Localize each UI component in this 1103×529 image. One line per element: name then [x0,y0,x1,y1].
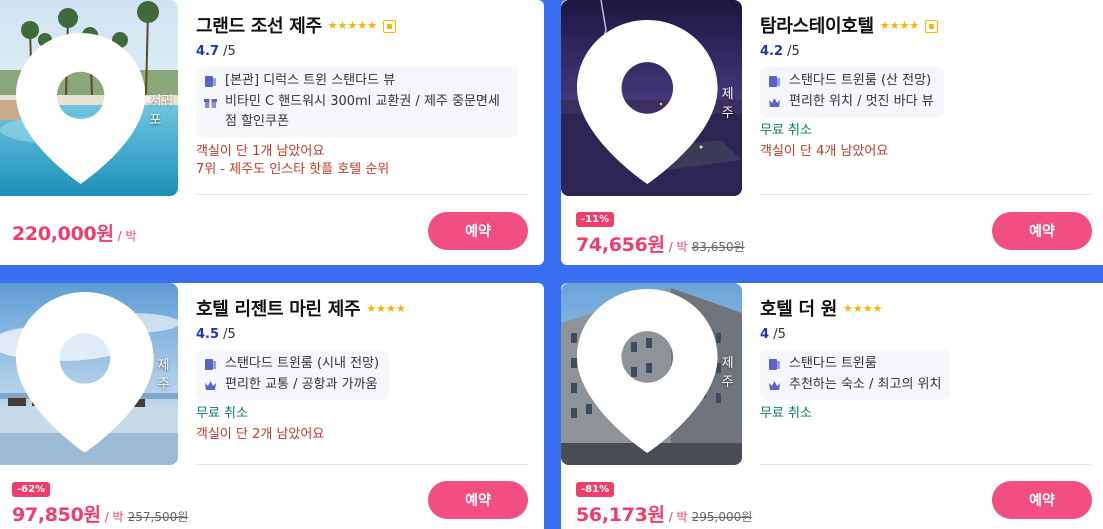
original-price: 295,000원 [691,510,753,524]
hotel-name[interactable]: 호텔 더 원 [760,295,837,321]
price-area: -62% 97,850원 / 박 257,500원 [12,477,188,527]
star-rating: ★★★★ [842,301,883,315]
hotel-photo[interactable]: 서귀포 [0,0,178,196]
star-rating: ★★★★ [879,18,920,32]
book-button[interactable]: 예약 [428,481,528,519]
room-icon [769,76,780,87]
crown-icon [769,381,780,390]
divider [196,464,528,465]
location-pin-icon [577,19,718,184]
rooms-left-warning: 객실이 단 2개 남았어요 [196,427,325,442]
hotel-card[interactable]: 제주 호텔 리젠트 마린 제주 ★★★★ 4.5 /5 스탠다드 트윈룸 (시내… [0,283,544,529]
ranking-label: 7위 - 제주도 인스타 핫플 호텔 순위 [196,162,390,177]
location-pin-icon [16,292,154,453]
crown-icon [205,381,216,390]
location-label: 제주 [16,292,178,453]
price: 74,656원 [576,234,665,256]
review-score: 4.7 /5 [196,44,236,59]
price: 97,850원 [12,504,101,526]
star-rating: ★★★★ [366,301,406,315]
perks-box: 스탠다드 트윈룸 추천하는 숙소 / 최고의 위치 [760,350,952,400]
discount-badge: -11% [576,212,615,227]
review-score: 4.2 /5 [760,44,800,59]
per-night-label: / 박 [117,229,137,243]
room-icon [205,359,216,370]
certified-badge-icon [925,19,939,33]
hotel-name[interactable]: 호텔 리젠트 마린 제주 [196,295,361,321]
location-pin-icon [16,33,146,184]
original-price: 257,500원 [127,510,189,524]
perks-box: 스탠다드 트윈룸 (산 전망) 편리한 위치 / 멋진 바다 뷰 [760,67,944,117]
review-score: 4.5 /5 [196,327,236,342]
hotel-card[interactable]: 제주 탐라스테이호텔 ★★★★ 4.2 /5 스탠다드 트윈룸 (산 전망) 편… [561,0,1103,265]
hotel-photo[interactable]: 제주 [561,283,742,465]
hotel-name[interactable]: 그랜드 조선 제주 [196,12,322,38]
room-icon [769,359,780,370]
book-button[interactable]: 예약 [992,481,1092,519]
crown-icon [769,98,780,107]
hotel-card[interactable]: 서귀포 그랜드 조선 제주 ★★★★★ 4.7 /5 [본관] 디럭스 트윈 스… [0,0,544,265]
per-night-label: / 박 [668,240,688,254]
book-button[interactable]: 예약 [428,212,528,250]
rooms-left-warning: 객실이 단 1개 남았어요 [196,144,325,159]
discount-badge: -62% [12,482,51,497]
certified-badge-icon [383,19,397,33]
location-pin-icon [577,288,718,453]
per-night-label: / 박 [668,510,688,524]
hotel-name[interactable]: 탐라스테이호텔 [760,12,874,38]
original-price: 83,650원 [691,240,745,254]
per-night-label: / 박 [104,510,124,524]
divider [760,464,1091,465]
divider [196,194,528,195]
location-label: 제주 [577,19,742,184]
discount-badge: -81% [576,482,615,497]
hotel-photo[interactable]: 제주 [0,283,178,465]
free-cancellation: 무료 취소 [196,406,248,421]
price: 220,000원 [12,223,114,245]
star-rating: ★★★★★ [327,18,378,32]
review-score: 4 /5 [760,327,786,342]
price: 56,173원 [576,504,665,526]
location-label: 제주 [577,288,742,453]
divider [760,194,1091,195]
rooms-left-warning: 객실이 단 4개 남았어요 [760,144,889,159]
price-area: -81% 56,173원 / 박 295,000원 [576,477,752,527]
price-area: 220,000원 / 박 [12,219,137,246]
book-button[interactable]: 예약 [992,212,1092,250]
gift-icon [204,99,217,108]
hotel-card[interactable]: 제주 호텔 더 원 ★★★★ 4 /5 스탠다드 트윈룸 추천하는 숙소 / 최… [561,283,1103,529]
hotel-photo[interactable]: 제주 [561,0,742,196]
perks-box: [본관] 디럭스 트윈 스탠다드 뷰 비타민 C 핸드워시 300ml 교환권 … [196,67,519,137]
price-area: -11% 74,656원 / 박 83,650원 [576,207,745,257]
free-cancellation: 무료 취소 [760,406,812,421]
perks-box: 스탠다드 트윈룸 (시내 전망) 편리한 교통 / 공항과 가까움 [196,350,390,400]
room-icon [205,76,216,87]
location-label: 서귀포 [16,33,178,184]
free-cancellation: 무료 취소 [760,123,812,138]
